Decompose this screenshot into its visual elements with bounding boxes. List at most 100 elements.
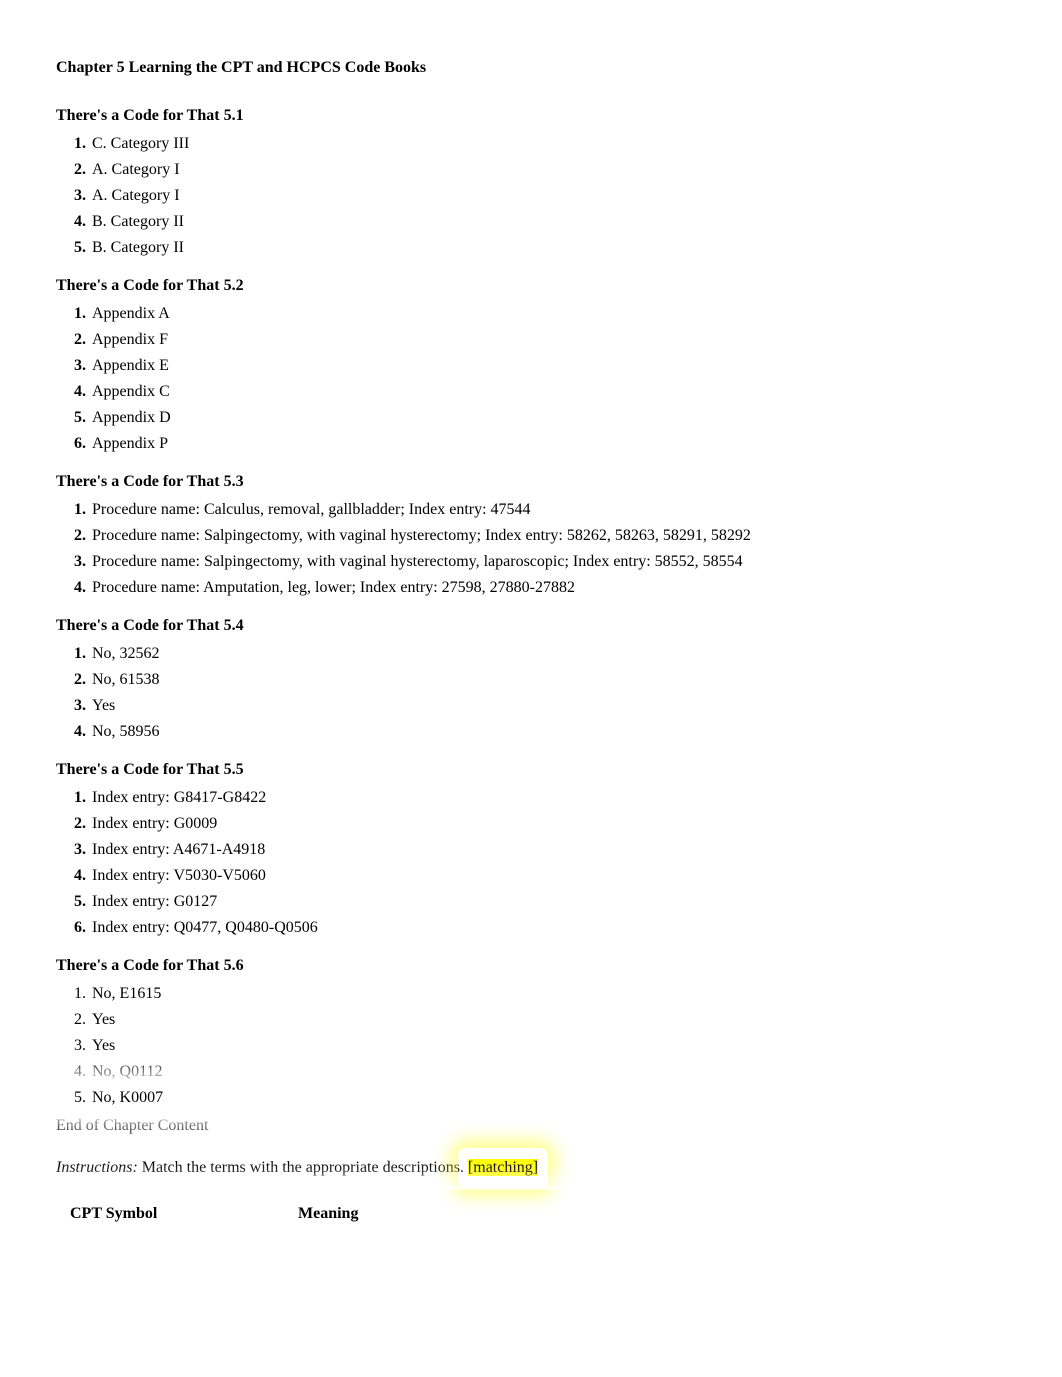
answer-list-5-2: 1. Appendix A 2. Appendix F 3. Appendix E 4… <box>56 302 1006 456</box>
list-item: 2. Procedure name: Salpingectomy, with va… <box>56 524 1006 548</box>
list-item: 5. Index entry: G0127 <box>56 890 1006 914</box>
item-text: B. Category II <box>92 239 184 256</box>
table-header-meaning: Meaning <box>284 1196 592 1232</box>
item-text: No, 58956 <box>92 723 160 740</box>
answer-list-5-6: 1. No, E1615 2. Yes 3. Yes 4. No, Q0112 5. No… <box>56 982 1006 1110</box>
item-number: 3. <box>66 838 86 862</box>
table-header-row: CPT Symbol Meaning <box>56 1196 592 1232</box>
item-number: 2. <box>66 1008 86 1032</box>
item-number: 5. <box>66 890 86 914</box>
list-item: 5. No, K0007 <box>56 1086 1006 1110</box>
list-item: 3. Yes <box>56 1034 1006 1058</box>
list-item: 4. No, 58956 <box>56 720 1006 744</box>
list-item: 6. Index entry: Q0477, Q0480-Q0506 <box>56 916 1006 940</box>
item-number: 4. <box>66 576 86 600</box>
list-item: 1.Procedure name: Calculus, removal, gal… <box>56 498 1006 522</box>
item-text: C. Category III <box>92 135 189 152</box>
item-text: Appendix A <box>92 305 170 322</box>
list-item: 6. Appendix P <box>56 432 1006 456</box>
list-item: 1. No, E1615 <box>56 982 1006 1006</box>
item-number: 6. <box>66 432 86 456</box>
item-number: 3. <box>66 184 86 208</box>
item-text: Index entry: G8417-G8422 <box>92 789 266 806</box>
item-number: 4. <box>66 1060 86 1084</box>
instructions-tag: [matching] <box>468 1159 538 1176</box>
section-title-5-5: There's a Code for That 5.5 <box>56 758 1006 782</box>
item-text: Yes <box>92 1037 115 1054</box>
section-title-5-3: There's a Code for That 5.3 <box>56 470 1006 494</box>
item-text: No, 32562 <box>92 645 160 662</box>
item-text: Procedure name: Amputation, leg, lower; … <box>92 579 575 596</box>
list-item: 4. B. Category II <box>56 210 1006 234</box>
list-item: 4. Index entry: V5030-V5060 <box>56 864 1006 888</box>
answer-list-5-4: 1. No, 32562 2.No, 61538 3.Yes 4. No, 5895… <box>56 642 1006 744</box>
item-number: 3. <box>66 354 86 378</box>
item-number: 1. <box>66 786 86 810</box>
answer-list-5-3: 1.Procedure name: Calculus, removal, gal… <box>56 498 1006 600</box>
item-text: Index entry: G0009 <box>92 815 217 832</box>
list-item: 2.Index entry: G0009 <box>56 812 1006 836</box>
item-text: Procedure name: Calculus, removal, gallb… <box>92 501 531 518</box>
item-number: 3. <box>66 550 86 574</box>
item-text: Index entry: V5030-V5060 <box>92 867 266 884</box>
table-header-symbol: CPT Symbol <box>56 1196 284 1232</box>
end-of-chapter-label: End of Chapter Content <box>56 1114 1006 1138</box>
item-text: Appendix E <box>92 357 169 374</box>
list-item: 1. Appendix A <box>56 302 1006 326</box>
item-number: 3. <box>66 694 86 718</box>
chapter-title: Chapter 5 Learning the CPT and HCPCS Cod… <box>56 56 1006 80</box>
list-item: 2. Appendix F <box>56 328 1006 352</box>
list-item: 3. Index entry: A4671-A4918 <box>56 838 1006 862</box>
symbol-table: CPT Symbol Meaning <box>56 1196 592 1232</box>
item-text: Index entry: A4671-A4918 <box>92 841 265 858</box>
item-text: No, Q0112 <box>92 1063 163 1080</box>
item-text: No, E1615 <box>92 985 161 1002</box>
section-title-5-2: There's a Code for That 5.2 <box>56 274 1006 298</box>
item-text: Procedure name: Salpingectomy, with vagi… <box>92 527 751 544</box>
instructions-line: Instructions: Match the terms with the a… <box>56 1156 1006 1180</box>
item-number: 4. <box>66 380 86 404</box>
item-number: 4. <box>66 210 86 234</box>
item-text: Yes <box>92 1011 115 1028</box>
list-item: 5.B. Category II <box>56 236 1006 260</box>
item-text: A. Category I <box>92 187 180 204</box>
list-item: 3. Procedure name: Salpingectomy, with va… <box>56 550 1006 574</box>
item-text: Appendix P <box>92 435 168 452</box>
item-number: 1. <box>66 132 86 156</box>
instructions-label: Instructions: <box>56 1159 138 1176</box>
item-number: 5. <box>66 406 86 430</box>
list-item: 3. A. Category I <box>56 184 1006 208</box>
list-item: 2.No, 61538 <box>56 668 1006 692</box>
item-text: Index entry: G0127 <box>92 893 217 910</box>
item-text: Appendix D <box>92 409 171 426</box>
item-number: 5. <box>66 1086 86 1110</box>
list-item: 1. C. Category III <box>56 132 1006 156</box>
item-number: 3. <box>66 1034 86 1058</box>
item-number: 1. <box>66 302 86 326</box>
list-item: 2. Yes <box>56 1008 1006 1032</box>
instructions-text: Match the terms with the appropriate des… <box>138 1159 468 1176</box>
item-text: Appendix F <box>92 331 168 348</box>
item-number: 1. <box>66 982 86 1006</box>
item-number: 4. <box>66 864 86 888</box>
list-item: 3. Appendix E <box>56 354 1006 378</box>
item-number: 2. <box>66 158 86 182</box>
item-number: 6. <box>66 916 86 940</box>
item-number: 4. <box>66 720 86 744</box>
item-number: 2. <box>66 524 86 548</box>
item-number: 1. <box>66 642 86 666</box>
list-item: 4.Appendix C <box>56 380 1006 404</box>
list-item: 2. A. Category I <box>56 158 1006 182</box>
list-item: 3.Yes <box>56 694 1006 718</box>
item-text: Index entry: Q0477, Q0480-Q0506 <box>92 919 318 936</box>
section-title-5-4: There's a Code for That 5.4 <box>56 614 1006 638</box>
answer-list-5-1: 1. C. Category III 2. A. Category I 3. A. C… <box>56 132 1006 260</box>
item-text: Procedure name: Salpingectomy, with vagi… <box>92 553 743 570</box>
list-item: 1. No, 32562 <box>56 642 1006 666</box>
item-text: No, 61538 <box>92 671 160 688</box>
item-text: No, K0007 <box>92 1089 163 1106</box>
item-text: B. Category II <box>92 213 184 230</box>
item-text: A. Category I <box>92 161 180 178</box>
list-item: 5. Appendix D <box>56 406 1006 430</box>
item-number: 2. <box>66 328 86 352</box>
